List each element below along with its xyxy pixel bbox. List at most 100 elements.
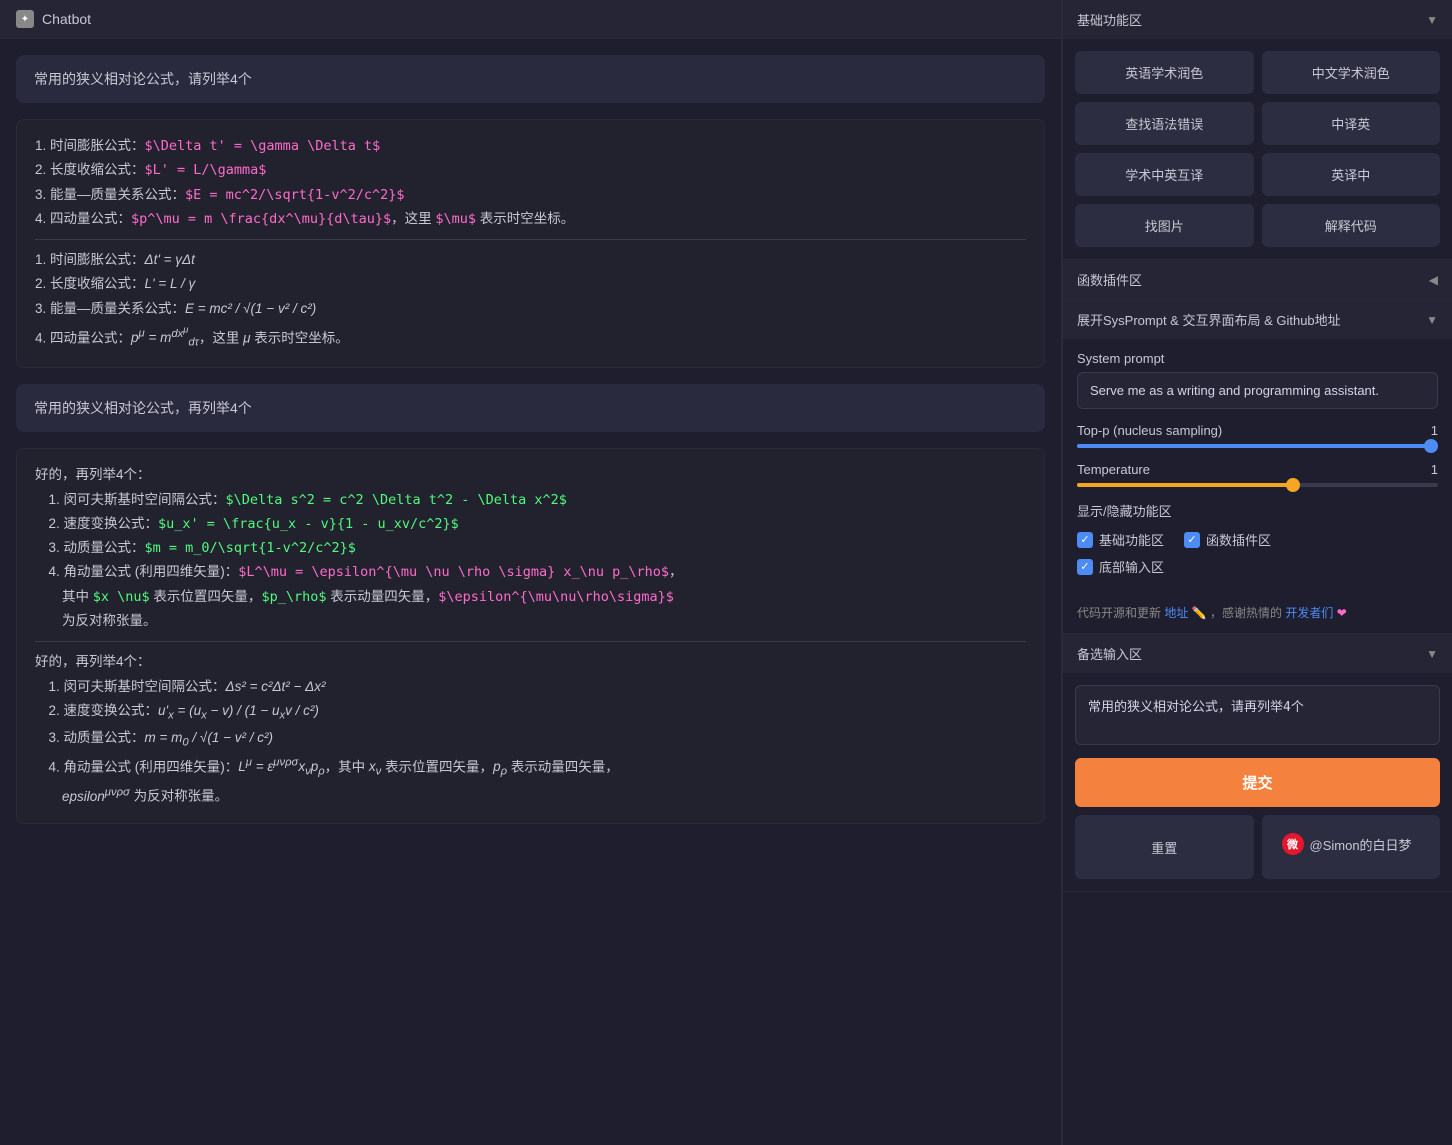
checkbox-plugin-box: ✓ [1184, 532, 1200, 548]
formula-latex-4b: $\mu$ [435, 211, 476, 227]
btn-en-to-zh[interactable]: 英译中 [1262, 153, 1441, 196]
temperature-thumb [1286, 478, 1300, 492]
resp1-line2: 2. 长度收缩公式：$L' = L/\gamma$ [35, 158, 1026, 182]
resp1-rendered3: 3. 能量—质量关系公式：E = mc² / √(1 − v² / c²) [35, 297, 1026, 321]
chatbot-icon: ✦ [16, 10, 34, 28]
checkbox-basic-label: 基础功能区 [1099, 530, 1164, 549]
assistant-message-1: 1. 时间膨胀公式：$\Delta t' = \gamma \Delta t$ … [16, 119, 1045, 368]
sysprompt-arrow: ▼ [1426, 313, 1438, 327]
resp1-rendered1: 1. 时间膨胀公式：Δt' = γΔt [35, 248, 1026, 272]
top-p-slider[interactable] [1077, 444, 1438, 448]
checkbox-row-1: ✓ 基础功能区 ✓ 函数插件区 [1077, 530, 1438, 549]
temperature-value: 1 [1418, 462, 1438, 477]
resp2-l4c: 为反对称张量。 [35, 609, 1026, 633]
formula-latex-4: $p^\mu = m \frac{dx^\mu}{d\tau}$ [131, 211, 391, 227]
plugin-functions-arrow: ◀ [1429, 273, 1438, 287]
sysprompt-section: 展开SysPrompt & 交互界面布局 & Github地址 ▼ System… [1063, 300, 1452, 634]
bottom-btn-row: 重置 微 @Simon的白日梦 [1075, 815, 1440, 879]
plugin-functions-header[interactable]: 函数插件区 ◀ [1063, 260, 1452, 299]
system-prompt-label: System prompt [1077, 351, 1438, 366]
resp2-l1: 1. 闵可夫斯基时空间隔公式：$\Delta s^2 = c^2 \Delta … [35, 488, 1026, 512]
formula-pink-2: $\epsilon^{\mu\nu\rho\sigma}$ [438, 589, 674, 605]
resp2-intro: 好的，再列举4个： [35, 463, 1026, 487]
checkbox-bottom-label: 底部输入区 [1099, 557, 1164, 576]
checkbox-basic[interactable]: ✓ 基础功能区 [1077, 530, 1164, 549]
user-message-2: 常用的狭义相对论公式，再列举4个 [16, 384, 1045, 432]
submit-button[interactable]: 提交 [1075, 758, 1440, 807]
sysprompt-header[interactable]: 展开SysPrompt & 交互界面布局 & Github地址 ▼ [1063, 300, 1452, 339]
info-text2: ，感谢热情的 [1210, 606, 1282, 620]
basic-functions-header[interactable]: 基础功能区 ▼ [1063, 0, 1452, 39]
stop-button[interactable]: 微 @Simon的白日梦 [1262, 815, 1441, 879]
formula-green-4a: $x \nu$ [93, 589, 150, 605]
resp1-rendered2: 2. 长度收缩公式：L' = L / γ [35, 272, 1026, 296]
checkbox-plugin[interactable]: ✓ 函数插件区 [1184, 530, 1271, 549]
user-message-1-text: 常用的狭义相对论公式，请列举4个 [34, 71, 252, 87]
alt-input-header[interactable]: 备选输入区 ▼ [1063, 634, 1452, 673]
basic-functions-arrow: ▼ [1426, 13, 1438, 27]
basic-functions-section: 基础功能区 ▼ 英语学术润色 中文学术润色 查找语法错误 中译英 学术中英互译 … [1063, 0, 1452, 260]
btn-explain-code[interactable]: 解释代码 [1262, 204, 1441, 247]
right-panel: 基础功能区 ▼ 英语学术润色 中文学术润色 查找语法错误 中译英 学术中英互译 … [1062, 0, 1452, 1145]
resp2-l4: 4. 角动量公式 (利用四维矢量)：$L^\mu = \epsilon^{\mu… [35, 560, 1026, 584]
sysprompt-expand-label: 展开SysPrompt & 交互界面布局 & Github地址 [1077, 310, 1341, 329]
basic-functions-label: 基础功能区 [1077, 10, 1142, 29]
btn-chinese-polish[interactable]: 中文学术润色 [1262, 51, 1441, 94]
formula-latex-1: $\Delta t' = \gamma \Delta t$ [145, 138, 381, 154]
sysprompt-content: System prompt Serve me as a writing and … [1063, 339, 1452, 596]
formula-latex-2: $L' = L/\gamma$ [145, 162, 267, 178]
resp1-line3: 3. 能量—质量关系公式：$E = mc^2/\sqrt{1-v^2/c^2}$ [35, 183, 1026, 207]
checkbox-basic-box: ✓ [1077, 532, 1093, 548]
formula-green-2: $u_x' = \frac{u_x - v}{1 - u_xv/c^2}$ [158, 516, 459, 532]
btn-zh-to-en[interactable]: 中译英 [1262, 102, 1441, 145]
info-text1: 代码开源和更新 [1077, 606, 1161, 620]
info-link2[interactable]: 开发者们 [1285, 606, 1333, 620]
user-message-2-text: 常用的狭义相对论公式，再列举4个 [34, 400, 252, 416]
btn-english-polish[interactable]: 英语学术润色 [1075, 51, 1254, 94]
temperature-row: Temperature 1 [1077, 462, 1438, 477]
chat-area: 常用的狭义相对论公式，请列举4个 1. 时间膨胀公式：$\Delta t' = … [0, 39, 1061, 1145]
formula-green-3: $m = m_0/\sqrt{1-v^2/c^2}$ [145, 540, 356, 556]
system-prompt-box[interactable]: Serve me as a writing and programming as… [1077, 372, 1438, 409]
info-link[interactable]: 地址 [1164, 606, 1188, 620]
watermark-text: @Simon的白日梦 [1310, 835, 1412, 854]
assistant-message-2: 好的，再列举4个： 1. 闵可夫斯基时空间隔公式：$\Delta s^2 = c… [16, 448, 1045, 824]
checkbox-bottom-box: ✓ [1077, 559, 1093, 575]
checkbox-plugin-label: 函数插件区 [1206, 530, 1271, 549]
basic-functions-grid: 英语学术润色 中文学术润色 查找语法错误 中译英 学术中英互译 英译中 找图片 … [1063, 39, 1452, 259]
resp2-r4b: epsilonμνρσ 为反对称张量。 [35, 782, 1026, 809]
chatbot-title: Chatbot [42, 11, 91, 27]
resp2-l3: 3. 动质量公式：$m = m_0/\sqrt{1-v^2/c^2}$ [35, 536, 1026, 560]
weibo-icon: 微 [1282, 833, 1304, 855]
checkbox-bottom[interactable]: ✓ 底部输入区 [1077, 557, 1164, 576]
checkbox-row-2: ✓ 底部输入区 [1077, 557, 1438, 576]
alt-textarea[interactable]: 常用的狭义相对论公式，请再列举4个 [1075, 685, 1440, 745]
alt-input-arrow: ▼ [1426, 647, 1438, 661]
resp2-l2: 2. 速度变换公式：$u_x' = \frac{u_x - v}{1 - u_x… [35, 512, 1026, 536]
heart-icon: ❤ [1337, 606, 1347, 620]
reset-button[interactable]: 重置 [1075, 815, 1254, 879]
btn-grammar-check[interactable]: 查找语法错误 [1075, 102, 1254, 145]
resp1-rendered4: 4. 四动量公式：pμ = mdxμdτ，这里 μ 表示时空坐标。 [35, 321, 1026, 353]
resp1-line1: 1. 时间膨胀公式：$\Delta t' = \gamma \Delta t$ [35, 134, 1026, 158]
watermark: 微 @Simon的白日梦 [1270, 827, 1433, 867]
show-hide-label: 显示/隐藏功能区 [1077, 501, 1438, 520]
plugin-functions-label: 函数插件区 [1077, 270, 1142, 289]
plugin-functions-section: 函数插件区 ◀ [1063, 260, 1452, 300]
resp2-r2: 2. 速度变换公式：u'x = (ux − v) / (1 − uxv / c²… [35, 699, 1026, 726]
temperature-slider[interactable] [1077, 483, 1438, 487]
alt-input-content: 常用的狭义相对论公式，请再列举4个 提交 重置 微 @Simon的白日梦 [1063, 673, 1452, 891]
formula-latex-3: $E = mc^2/\sqrt{1-v^2/c^2}$ [185, 187, 404, 203]
top-p-thumb [1424, 439, 1438, 453]
alt-input-section: 备选输入区 ▼ 常用的狭义相对论公式，请再列举4个 提交 重置 微 @Simon… [1063, 634, 1452, 892]
top-p-value: 1 [1418, 423, 1438, 438]
temperature-label: Temperature [1077, 462, 1150, 477]
formula-pink-1: $L^\mu = \epsilon^{\mu \nu \rho \sigma} … [238, 564, 669, 580]
top-p-row: Top-p (nucleus sampling) 1 [1077, 423, 1438, 438]
btn-find-image[interactable]: 找图片 [1075, 204, 1254, 247]
resp1-line4: 4. 四动量公式：$p^\mu = m \frac{dx^\mu}{d\tau}… [35, 207, 1026, 231]
resp2-r4: 4. 角动量公式 (利用四维矢量)：Lμ = εμνρσxνpρ，其中 xν 表… [35, 753, 1026, 782]
temperature-fill [1077, 483, 1294, 487]
info-pencil: ✏️ [1192, 606, 1207, 620]
btn-academic-translate[interactable]: 学术中英互译 [1075, 153, 1254, 196]
